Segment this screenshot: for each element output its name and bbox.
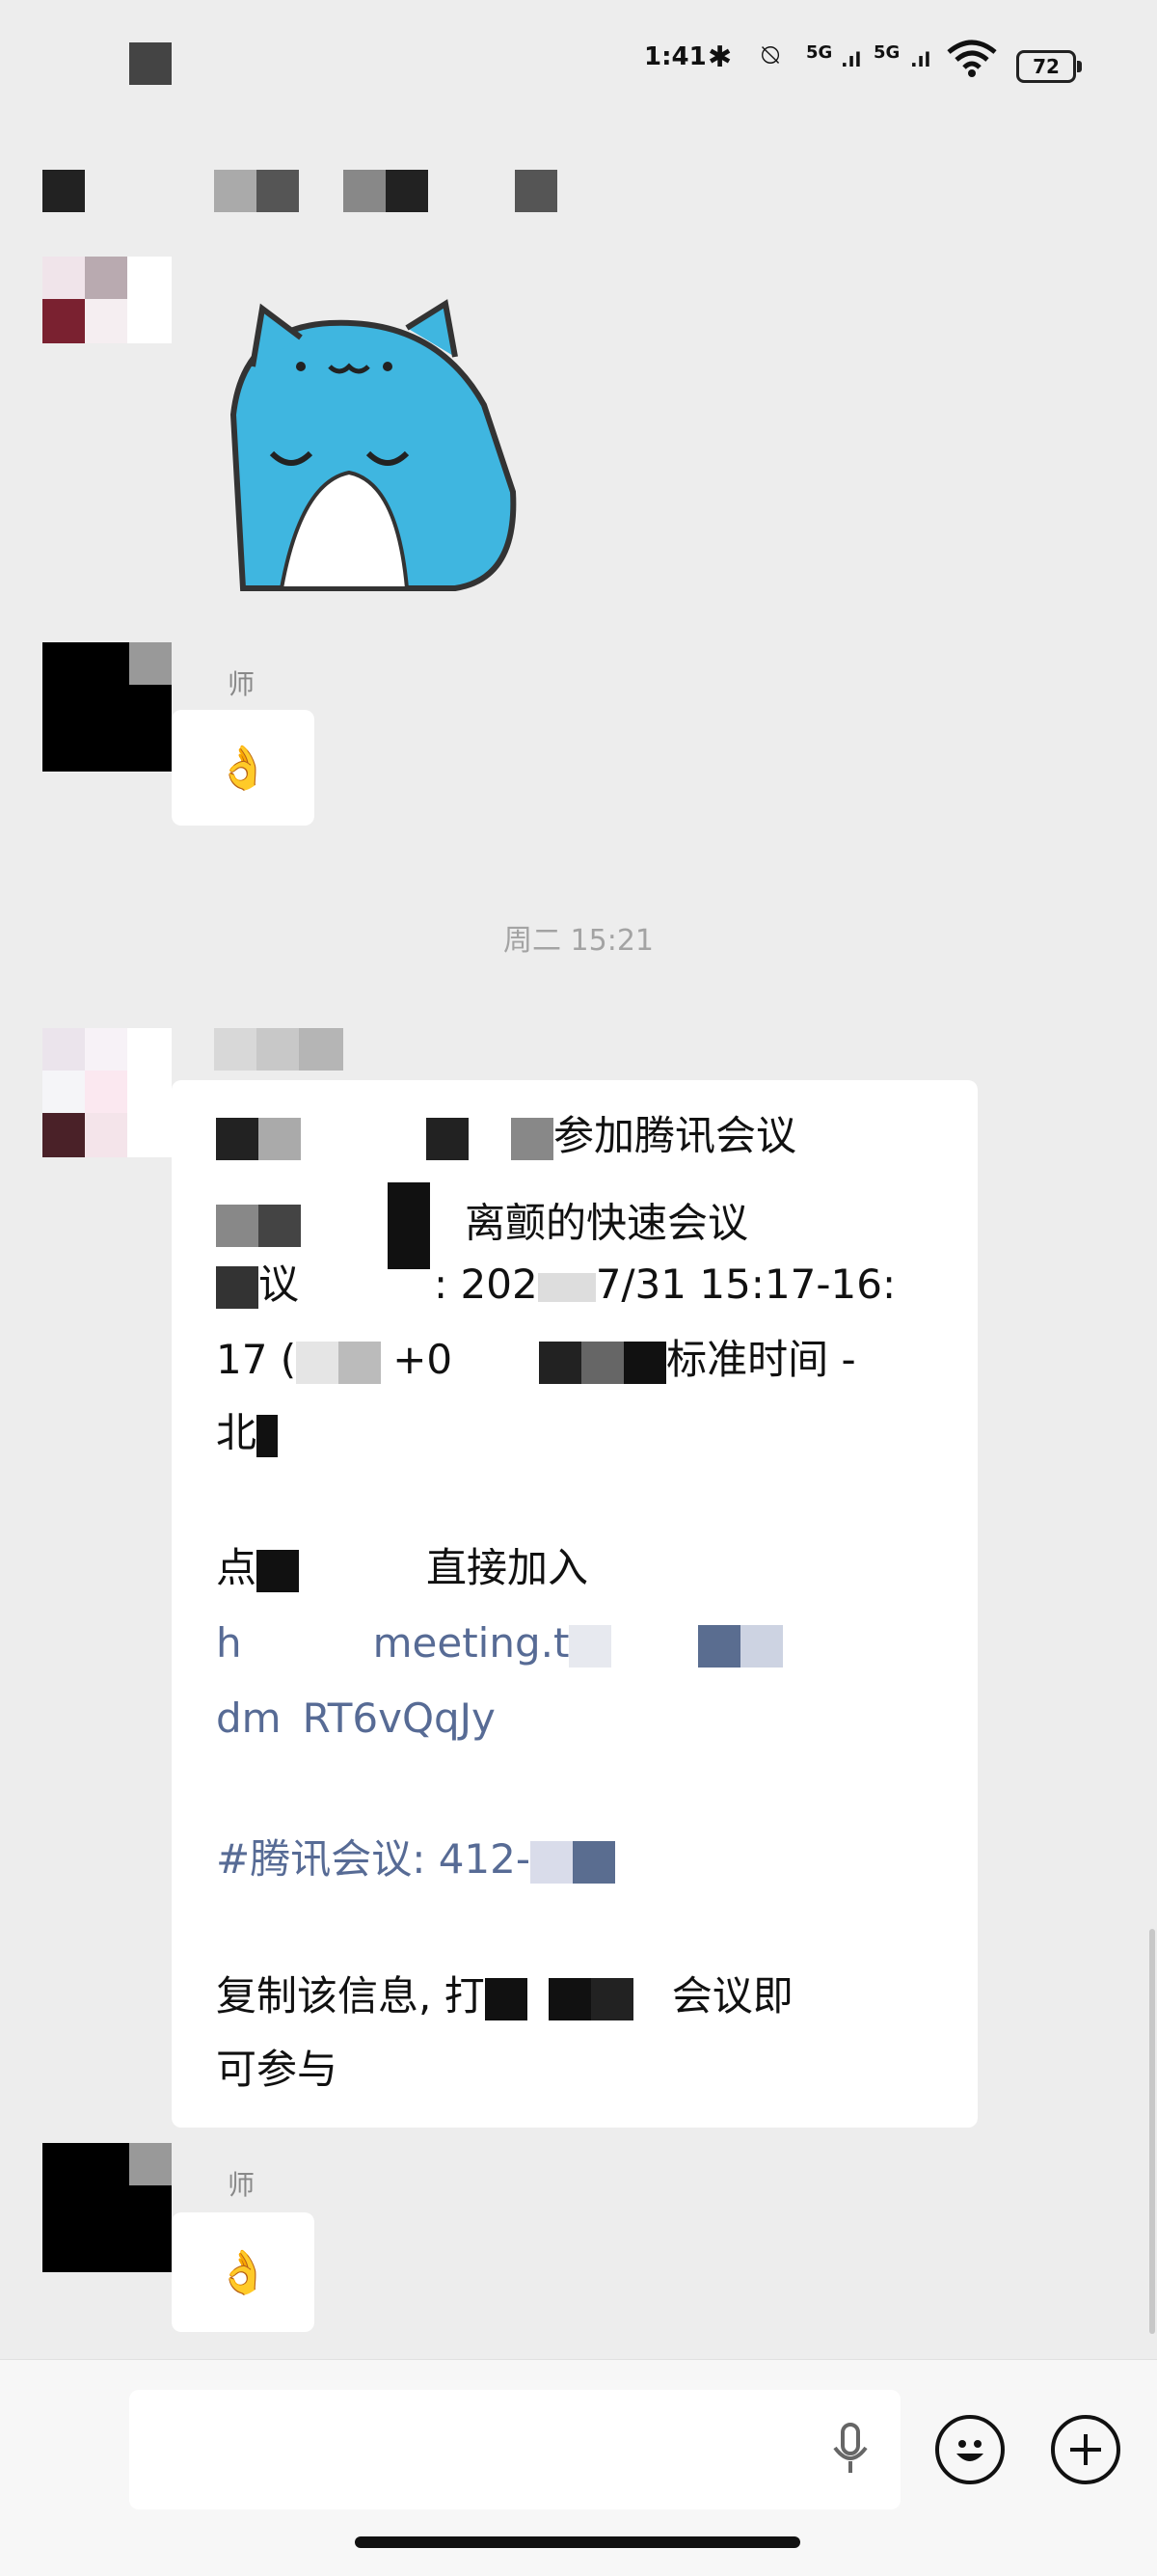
link-text[interactable]: dm: [216, 1695, 282, 1742]
link-text[interactable]: h: [216, 1619, 242, 1667]
microphone-icon[interactable]: [827, 2421, 874, 2482]
chat-timestamp: 周二 15:21: [503, 924, 654, 958]
network-type-b: 5G: [874, 42, 901, 63]
sender-name-blur: [214, 1028, 343, 1071]
invite-text: 复制该信息, 打: [216, 1972, 485, 2020]
avatar[interactable]: [42, 1028, 172, 1157]
header-blur-4: [343, 170, 386, 212]
header-blur-2: [214, 170, 256, 212]
status-time: 1:41: [644, 42, 707, 71]
message-text: 👌: [216, 744, 270, 793]
sender-name: 师: [228, 2169, 256, 2201]
sender-name: 师: [228, 668, 256, 700]
meeting-link[interactable]: h meeting.t: [216, 1614, 784, 1672]
message-text: 👌: [216, 2248, 270, 2297]
link-text[interactable]: #腾讯会议: 412-: [216, 1835, 530, 1883]
invite-line-4: 17 ( +0 标准时间 -: [216, 1331, 856, 1389]
invite-line-3: 议 : 202 7/31 15:17-16:: [216, 1256, 896, 1314]
emoji-icon[interactable]: [935, 2415, 1005, 2484]
invite-copy-line: 复制该信息, 打 会议即: [216, 1967, 794, 2025]
signal-icon-b: .ıl: [910, 48, 931, 71]
app-icon-blur: [129, 42, 172, 85]
message-input[interactable]: [129, 2390, 901, 2509]
invite-text: 议: [258, 1261, 300, 1308]
invite-text: 离颤的快速会议: [465, 1199, 749, 1247]
message-bubble[interactable]: 👌: [172, 2212, 314, 2332]
invite-text: 17 (: [216, 1336, 297, 1383]
header-blur-1: [42, 170, 85, 212]
invite-text: : 202: [434, 1261, 538, 1308]
invite-text: 点: [216, 1544, 257, 1591]
signal-icon-a: .ıl: [841, 48, 862, 71]
header-blur-6: [515, 170, 557, 212]
invite-text: 北: [216, 1409, 257, 1456]
invite-text: +0: [392, 1336, 453, 1383]
invite-text: 可参与: [216, 2046, 338, 2093]
bell-off-icon: ⍉: [762, 39, 779, 72]
invite-copy-line-2: 可参与: [216, 2041, 337, 2099]
invite-text: 直接加入: [426, 1544, 589, 1591]
wifi-icon: [945, 39, 999, 81]
invite-line-1: 参加腾讯会议: [216, 1107, 796, 1165]
header-blur-5: [386, 170, 428, 212]
invite-text: 会议即: [671, 1972, 794, 2020]
network-type-a: 5G: [806, 42, 833, 63]
scrollbar[interactable]: [1149, 1929, 1155, 2334]
invite-text: 7/31 15:17-16:: [595, 1261, 897, 1308]
meeting-link-cont[interactable]: dm RT6vQqJy: [216, 1690, 496, 1748]
link-text[interactable]: RT6vQqJy: [303, 1695, 496, 1742]
bluetooth-icon: ✱: [708, 41, 733, 74]
invite-join-line: 点 直接加入: [216, 1539, 588, 1597]
avatar[interactable]: [42, 257, 172, 343]
invite-line-5: 北: [216, 1404, 279, 1462]
header-blur-3: [256, 170, 299, 212]
avatar[interactable]: [42, 642, 172, 772]
battery-indicator: 72: [1016, 50, 1082, 83]
invite-text: 标准时间 -: [666, 1336, 856, 1383]
link-text[interactable]: meeting.t: [373, 1619, 570, 1667]
plus-icon[interactable]: [1051, 2415, 1120, 2484]
home-indicator[interactable]: [355, 2536, 800, 2548]
invite-text: 参加腾讯会议: [553, 1112, 797, 1159]
sticker-image[interactable]: [214, 299, 523, 598]
avatar[interactable]: [42, 2143, 172, 2272]
message-bubble[interactable]: 👌: [172, 710, 314, 826]
meeting-id-line[interactable]: #腾讯会议: 412-: [216, 1830, 616, 1888]
